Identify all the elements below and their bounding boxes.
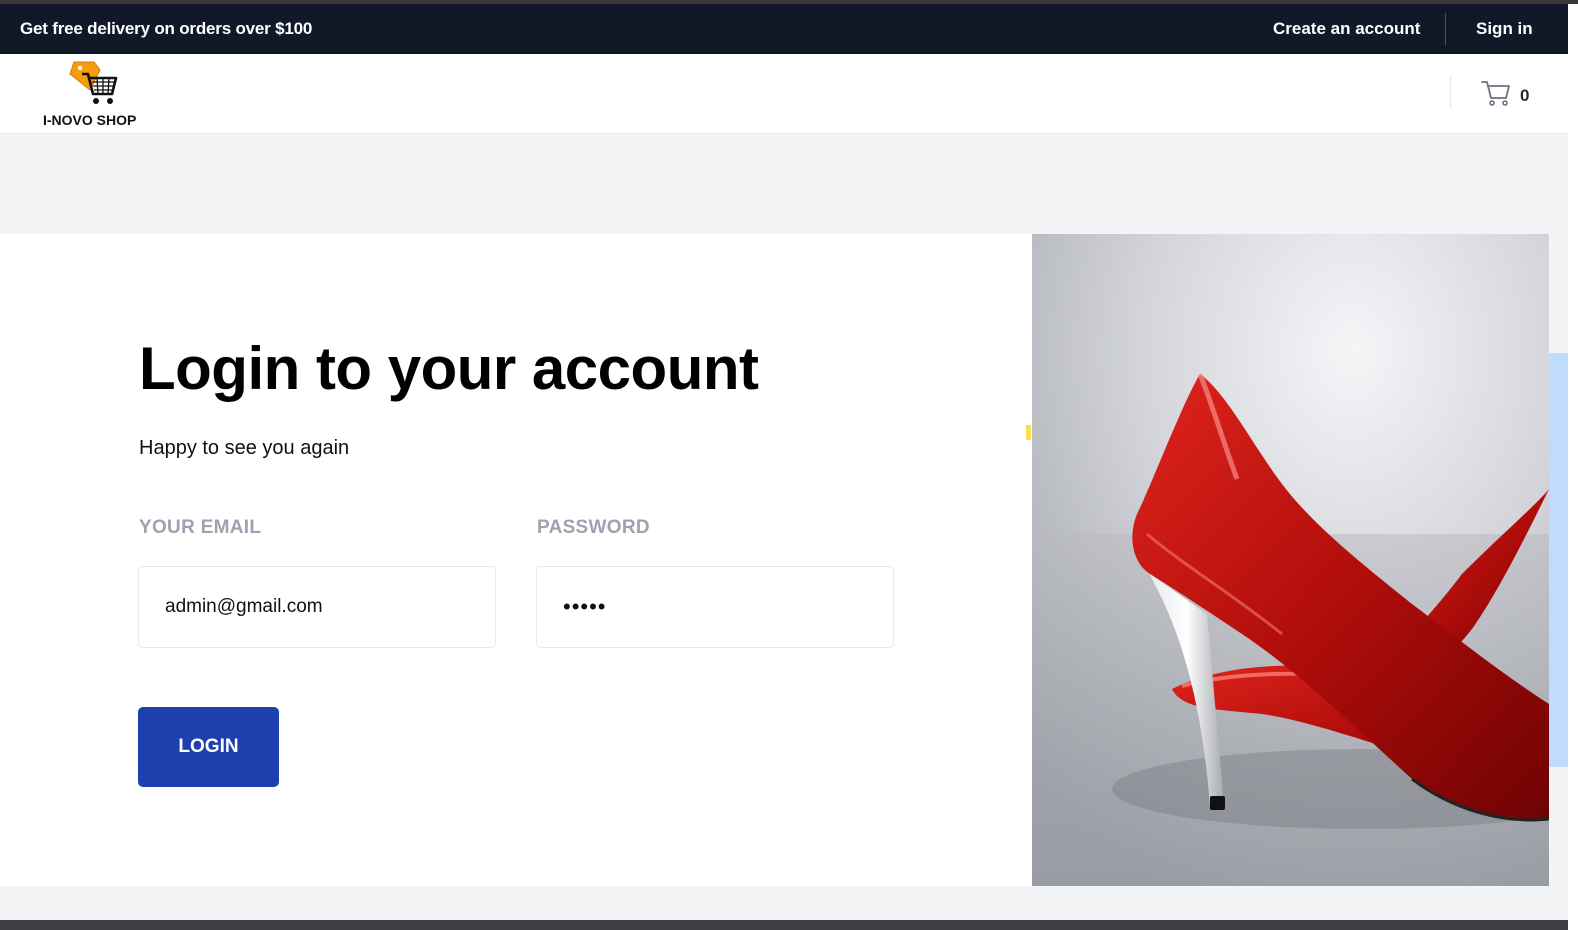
header-divider	[1450, 76, 1451, 108]
red-high-heel-shoes-image	[1032, 234, 1549, 886]
sign-in-link[interactable]: Sign in	[1476, 19, 1533, 39]
email-field[interactable]	[138, 566, 496, 648]
focus-marker	[1026, 425, 1031, 440]
login-panel: Login to your account Happy to see you a…	[0, 234, 1032, 886]
login-button[interactable]: LOGIN	[138, 707, 279, 787]
scrollbar-thumb[interactable]	[1549, 353, 1568, 767]
window-right-edge	[1568, 4, 1578, 930]
page-title: Login to your account	[139, 335, 759, 402]
logo-text: I-NOVO SHOP	[43, 112, 137, 128]
site-header: I-NOVO SHOP 0	[0, 54, 1568, 134]
password-field[interactable]	[536, 566, 894, 648]
cart-count: 0	[1520, 86, 1530, 105]
site-logo[interactable]: I-NOVO SHOP	[40, 60, 150, 128]
page-subtitle: Happy to see you again	[139, 437, 350, 459]
email-label: YOUR EMAIL	[139, 517, 262, 538]
create-account-link[interactable]: Create an account	[1273, 19, 1420, 39]
password-label: PASSWORD	[537, 517, 650, 538]
promo-text: Get free delivery on orders over $100	[20, 19, 313, 38]
cart-button[interactable]: 0	[1481, 79, 1541, 109]
cart-icon	[1481, 81, 1510, 106]
announcement-bar: Get free delivery on orders over $100 Cr…	[0, 4, 1568, 54]
window-bottom-edge	[0, 920, 1568, 930]
shopping-cart-tag-icon	[69, 61, 118, 104]
topbar-divider	[1445, 13, 1446, 45]
